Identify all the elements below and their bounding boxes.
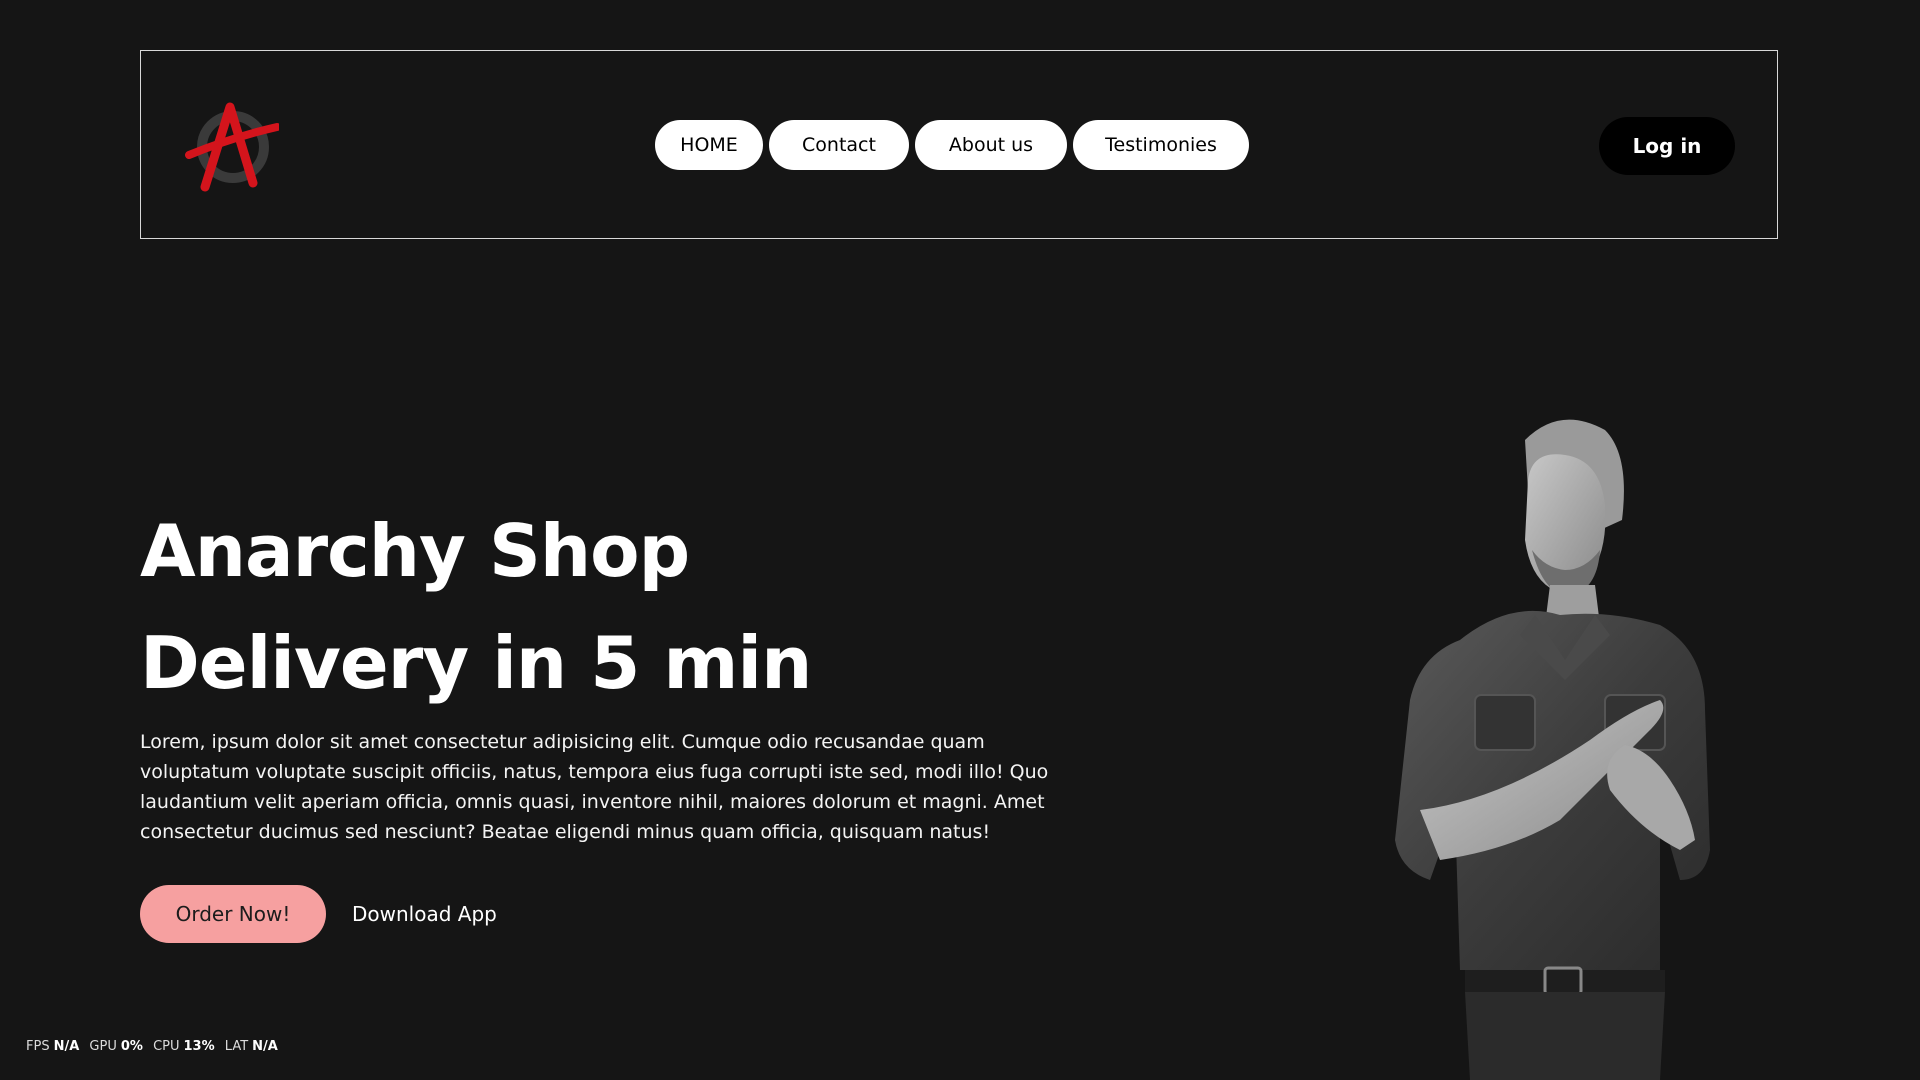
performance-overlay: FPS N/A GPU 0% CPU 13% LAT N/A <box>26 1039 284 1054</box>
gpu-label: GPU <box>89 1039 117 1054</box>
hero-section: Anarchy Shop Delivery in 5 min Lorem, ip… <box>140 495 1090 943</box>
login-button[interactable]: Log in <box>1599 117 1735 175</box>
lat-value: N/A <box>252 1039 278 1054</box>
order-now-button[interactable]: Order Now! <box>140 885 326 943</box>
fps-value: N/A <box>53 1039 80 1054</box>
nav-testimonies-button[interactable]: Testimonies <box>1073 120 1249 170</box>
cpu-label: CPU <box>153 1039 180 1054</box>
download-app-link[interactable]: Download App <box>352 902 497 926</box>
lat-label: LAT <box>224 1039 249 1054</box>
hero-title-line1: Anarchy Shop <box>140 509 690 593</box>
cpu-value: 13% <box>183 1039 215 1054</box>
hero-title-line2: Delivery in 5 min <box>140 621 812 705</box>
hero-person-image <box>1360 410 1760 1080</box>
gpu-value: 0% <box>120 1039 143 1054</box>
anarchy-logo-icon[interactable] <box>183 97 281 193</box>
nav-about-button[interactable]: About us <box>915 120 1067 170</box>
fps-label: FPS <box>26 1039 50 1054</box>
landing-page: HOME Contact About us Testimonies Log in… <box>0 0 1920 1080</box>
main-nav: HOME Contact About us Testimonies <box>655 120 1249 170</box>
nav-home-button[interactable]: HOME <box>655 120 763 170</box>
hero-description: Lorem, ipsum dolor sit amet consectetur … <box>140 731 1049 843</box>
nav-contact-button[interactable]: Contact <box>769 120 909 170</box>
navbar: HOME Contact About us Testimonies Log in <box>140 50 1778 239</box>
cta-row: Order Now! Download App <box>140 885 1090 943</box>
